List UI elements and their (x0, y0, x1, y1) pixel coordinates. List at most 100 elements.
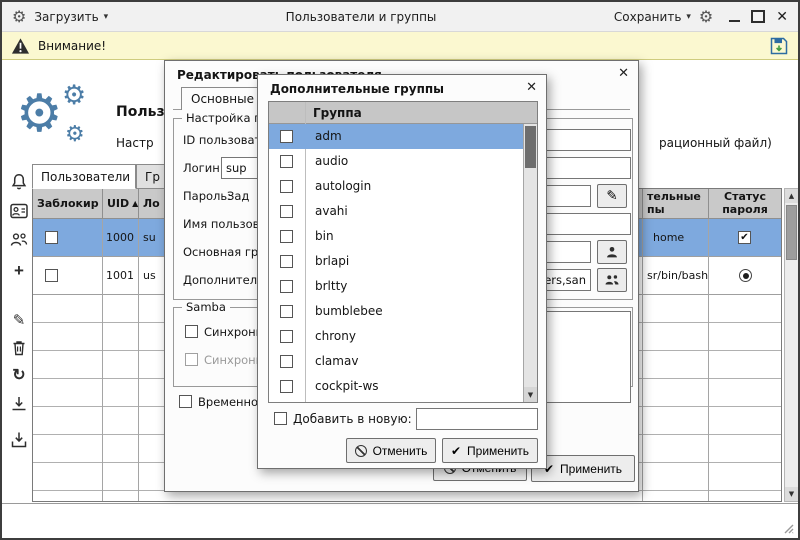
cancel-button[interactable]: Отменить (346, 438, 436, 463)
additional-groups-dialog: Дополнительные группы ✕ Группа adm audio… (257, 74, 547, 469)
samba-groupbox-legend: Samba (182, 300, 230, 314)
group-checkbox[interactable] (280, 130, 293, 143)
group-list-item[interactable]: chrony (269, 324, 523, 349)
group-list-item[interactable]: cockpit-ws (269, 374, 523, 399)
column-header-label: UID (107, 197, 129, 210)
group-checkbox[interactable] (280, 280, 293, 293)
group-checkbox[interactable] (280, 380, 293, 393)
notifications-button[interactable] (7, 170, 31, 194)
group-name: brltty (315, 279, 347, 293)
temporary-label: Временное (198, 395, 265, 409)
group-list-item[interactable]: bin (269, 224, 523, 249)
tab-groups-label: Гр (145, 170, 160, 184)
apply-button[interactable]: ✔ Применить (442, 438, 538, 463)
cancel-button-label: Отменить (373, 444, 428, 458)
group-list-item[interactable]: adm (269, 124, 523, 149)
edit-password-button[interactable]: ✎ (597, 184, 627, 208)
close-window-button[interactable]: ✕ (776, 10, 788, 24)
group-list-item[interactable]: clamav (269, 349, 523, 374)
password-status-radio[interactable] (739, 269, 752, 282)
close-dialog-button[interactable]: ✕ (526, 80, 537, 93)
password-status-checkbox[interactable]: ✔ (738, 231, 751, 244)
check-icon: ✔ (451, 445, 461, 457)
group-checkbox[interactable] (280, 255, 293, 268)
column-header-label: Ло (143, 197, 160, 210)
column-header-blocked[interactable]: Заблокир (33, 189, 103, 219)
column-header-password-status[interactable]: Статус пароля (709, 189, 781, 219)
scrollbar-thumb[interactable] (525, 126, 536, 168)
refresh-button[interactable]: ↻ (7, 364, 31, 388)
scroll-up-icon: ▲ (789, 192, 794, 200)
resize-grip[interactable] (782, 522, 795, 535)
pencil-icon: ✎ (13, 313, 26, 328)
pick-primary-group-button[interactable] (597, 240, 627, 264)
caret-down-icon: ▾ (104, 12, 109, 22)
refresh-icon: ↻ (12, 368, 25, 384)
blocked-checkbox[interactable] (45, 231, 58, 244)
column-header-extra-groups[interactable]: тельные пы (643, 189, 709, 219)
tab-users[interactable]: Пользователи (32, 164, 136, 189)
status-bar (2, 503, 798, 538)
import-button[interactable] (7, 428, 31, 452)
titlebar: ⚙ Загрузить ▾ Пользователи и группы Сохр… (2, 2, 798, 32)
save-button[interactable]: Сохранить ▾ (614, 10, 691, 24)
detail-cell: sr/bin/bash (647, 269, 708, 282)
login-cell: su (143, 231, 156, 244)
group-list-item[interactable]: autologin (269, 174, 523, 199)
edit-user-button[interactable]: ✎ (7, 308, 31, 332)
samba-sync-checkbox[interactable] (185, 325, 198, 338)
download-button[interactable] (7, 392, 31, 416)
minimize-button[interactable] (729, 12, 740, 22)
tab-users-label: Пользователи (41, 170, 130, 184)
group-checkbox[interactable] (280, 155, 293, 168)
group-checkbox[interactable] (280, 230, 293, 243)
tab-basic[interactable]: Основные (181, 87, 259, 110)
group-list-item[interactable]: brlapi (269, 249, 523, 274)
settings-groupbox-legend: Настройка п (182, 111, 266, 125)
group-name: autologin (315, 179, 371, 193)
table-vertical-scrollbar[interactable]: ▲ ▼ (784, 188, 799, 502)
column-header-label: Заблокир (37, 197, 99, 210)
group-name: avahi (315, 204, 348, 218)
close-dialog-button[interactable]: ✕ (618, 66, 629, 79)
add-to-new-checkbox[interactable] (274, 412, 287, 425)
group-list-item[interactable]: bumblebee (269, 299, 523, 324)
group-list-item[interactable]: avahi (269, 199, 523, 224)
group-checkbox[interactable] (280, 330, 293, 343)
group-checkbox[interactable] (280, 180, 293, 193)
group-checkbox[interactable] (280, 305, 293, 318)
group-column-header: Группа (269, 102, 537, 124)
password-status-text: Зад (227, 189, 249, 203)
groups-button[interactable] (7, 228, 31, 252)
blocked-checkbox[interactable] (45, 269, 58, 282)
detail-cell: home (653, 231, 684, 244)
groups-list-scrollbar[interactable]: ▼ (523, 124, 537, 402)
settings-gear-icon[interactable]: ⚙ (699, 9, 713, 25)
maximize-button[interactable] (751, 10, 765, 23)
scroll-down-button[interactable]: ▼ (524, 387, 537, 402)
table-gridline (708, 219, 709, 501)
user-name-label: Имя пользова (183, 217, 267, 231)
save-file-button[interactable] (769, 36, 789, 56)
scrollbar-thumb[interactable] (786, 205, 797, 260)
scroll-up-button[interactable]: ▲ (785, 189, 798, 203)
delete-user-button[interactable] (7, 336, 31, 360)
pick-extra-groups-button[interactable] (597, 268, 627, 292)
group-list-item[interactable]: brltty (269, 274, 523, 299)
users-icon (9, 230, 29, 250)
save-button-label: Сохранить (614, 10, 682, 24)
user-card-button[interactable] (7, 199, 31, 223)
groups-listbox: Группа adm audio autologin avahi bin (268, 101, 538, 403)
page-subtitle-right: рационный файл) (659, 136, 772, 150)
add-user-button[interactable]: + (7, 258, 31, 282)
temporary-checkbox[interactable] (179, 395, 192, 408)
new-group-input[interactable] (416, 408, 538, 430)
group-name: clamav (315, 354, 358, 368)
scroll-down-button[interactable]: ▼ (785, 487, 798, 501)
load-button[interactable]: Загрузить ▾ (34, 10, 108, 24)
group-name: bumblebee (315, 304, 383, 318)
group-checkbox[interactable] (280, 205, 293, 218)
group-list-item[interactable]: audio (269, 149, 523, 174)
column-header-uid[interactable]: UID ▲ (103, 189, 139, 219)
group-checkbox[interactable] (280, 355, 293, 368)
